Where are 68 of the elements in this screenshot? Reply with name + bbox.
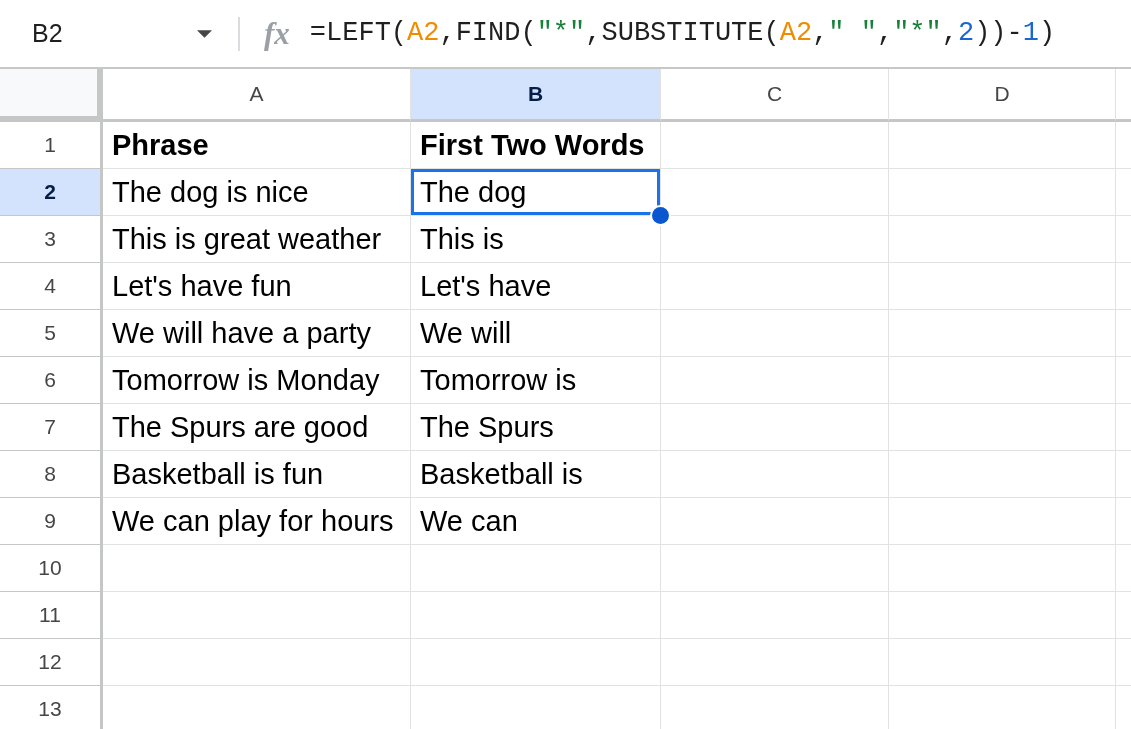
formula-field[interactable]: =LEFT(A2,FIND("*",SUBSTITUTE(A2," ","*",2))-1) (309, 20, 1056, 47)
table-cell[interactable]: This is (411, 216, 661, 263)
table-cell[interactable]: We can (411, 498, 661, 545)
column-header[interactable]: C (661, 69, 889, 122)
table-cell[interactable] (661, 216, 889, 263)
table-cell[interactable] (661, 357, 889, 404)
table-cell[interactable] (889, 639, 1116, 686)
table-cell[interactable]: Let's have fun (103, 263, 411, 310)
table-cell[interactable] (661, 310, 889, 357)
table-cell[interactable]: This is great weather (103, 216, 411, 263)
table-cell[interactable]: The dog is nice (103, 169, 411, 216)
row-header[interactable]: 1 (0, 122, 103, 169)
function-icon: fx (264, 18, 290, 49)
table-cell[interactable] (889, 357, 1116, 404)
table-cell[interactable] (889, 310, 1116, 357)
table-cell[interactable] (661, 545, 889, 592)
table-cell[interactable] (889, 451, 1116, 498)
table-cell[interactable] (889, 545, 1116, 592)
table-cell[interactable] (889, 122, 1116, 169)
row-header[interactable]: 9 (0, 498, 103, 545)
row-header[interactable]: 7 (0, 404, 103, 451)
table-cell[interactable] (889, 216, 1116, 263)
table-cell[interactable] (411, 545, 661, 592)
table-cell[interactable]: Phrase (103, 122, 411, 169)
table-cell[interactable] (661, 592, 889, 639)
row-header[interactable]: 10 (0, 545, 103, 592)
table-cell[interactable]: Tomorrow is (411, 357, 661, 404)
table-cell[interactable] (103, 592, 411, 639)
table-cell[interactable]: We will have a party (103, 310, 411, 357)
name-box[interactable]: B2 (0, 11, 226, 56)
table-cell[interactable]: We can play for hours (103, 498, 411, 545)
table-cell[interactable]: Basketball is (411, 451, 661, 498)
table-cell[interactable]: First Two Words (411, 122, 661, 169)
table-cell[interactable]: The Spurs (411, 404, 661, 451)
table-cell[interactable] (889, 404, 1116, 451)
row-header[interactable]: 11 (0, 592, 103, 639)
table-cell[interactable] (103, 545, 411, 592)
table-cell[interactable]: We will (411, 310, 661, 357)
table-cell[interactable]: The Spurs are good (103, 404, 411, 451)
table-cell[interactable]: Tomorrow is Monday (103, 357, 411, 404)
row-header[interactable]: 5 (0, 310, 103, 357)
row-header[interactable]: 6 (0, 357, 103, 404)
table-cell[interactable] (411, 592, 661, 639)
row-header[interactable]: 12 (0, 639, 103, 686)
table-cell[interactable] (889, 592, 1116, 639)
row-header[interactable]: 4 (0, 263, 103, 310)
caret-icon[interactable] (197, 29, 212, 38)
table-cell[interactable] (661, 122, 889, 169)
row-header[interactable]: 8 (0, 451, 103, 498)
table-cell[interactable] (661, 498, 889, 545)
fill-handle[interactable] (650, 205, 671, 226)
column-header[interactable]: B (411, 69, 661, 122)
table-cell[interactable] (411, 639, 661, 686)
table-cell[interactable] (103, 639, 411, 686)
table-cell[interactable] (889, 498, 1116, 545)
table-cell[interactable] (889, 263, 1116, 310)
column-header[interactable]: A (103, 69, 411, 122)
select-all-corner[interactable] (0, 69, 103, 122)
table-cell[interactable] (661, 451, 889, 498)
column-header[interactable]: D (889, 69, 1116, 122)
table-cell[interactable] (661, 639, 889, 686)
table-cell[interactable]: Let's have (411, 263, 661, 310)
table-cell[interactable] (661, 404, 889, 451)
row-header[interactable]: 2 (0, 169, 103, 216)
table-cell[interactable]: Basketball is fun (103, 451, 411, 498)
table-cell[interactable] (661, 263, 889, 310)
table-cell[interactable] (889, 169, 1116, 216)
row-header[interactable]: 3 (0, 216, 103, 263)
